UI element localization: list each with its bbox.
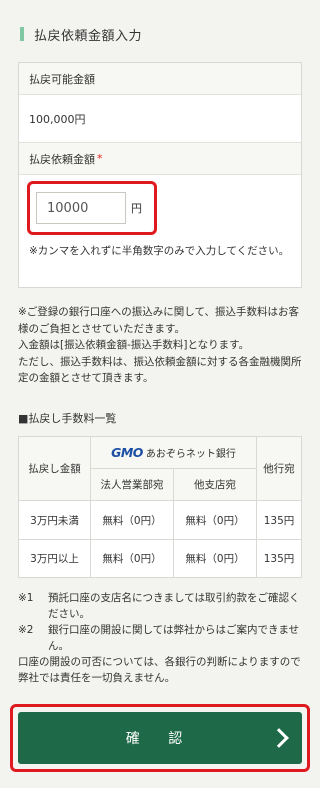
request-label: 払戻依頼金額 <box>29 152 95 166</box>
row1-branch: 無料（0円） <box>174 501 257 540</box>
footnote-1-mark: ※1 <box>18 592 34 604</box>
col-branch-header: 他支店宛 <box>174 469 257 501</box>
bank-name: あおぞらネット銀行 <box>145 449 236 460</box>
note-line: 入金額は[振込依頼金額-振込手数料]となります。 <box>18 339 250 351</box>
section-title: 払戻依頼金額入力 <box>34 28 143 44</box>
footnote-2-mark: ※2 <box>18 624 34 636</box>
gmo-logo-icon: GMO <box>111 445 143 460</box>
col-amount-header: 払戻し金額 <box>19 437 91 501</box>
fee-table-title: ■払戻し手数料一覧 <box>18 412 117 425</box>
row1-other-bank: 135円 <box>257 501 301 540</box>
bank-logo: GMO あおぞらネット銀行 <box>111 445 236 460</box>
amount-input[interactable]: 10000 <box>36 192 126 224</box>
row2-corporate: 無料（0円） <box>91 540 174 577</box>
col-corporate-header: 法人営業部宛 <box>91 469 174 501</box>
row2-amount: 3万円以上 <box>19 540 91 577</box>
footnotes: ※1 預託口座の支店名につきましては取引約款をご確認ください。 ※2 銀行口座の… <box>18 590 308 686</box>
col-other-bank-header: 他行宛 <box>257 437 301 501</box>
refund-form: 払戻可能金額 100,000円 払戻依頼金額 * 10000 円 ※カンマを入れ… <box>18 62 302 288</box>
row2-other-bank: 135円 <box>263 553 295 565</box>
amount-unit: 円 <box>131 202 142 215</box>
footnote-1-text: 預託口座の支店名につきましては取引約款をご確認ください。 <box>48 592 300 620</box>
confirm-button[interactable]: 確 認 <box>18 712 302 764</box>
note-line: ※ご登録の銀行口座への振込みに関して、振込手数料はお客様のご負担とさせていただき… <box>18 306 299 335</box>
amount-input-row: 10000 円 ※カンマを入れずに半角数字のみで入力してください。 <box>19 175 301 289</box>
footnote-2-text: 銀行口座の開設に関しては弊社からはご案内できません。 <box>48 624 300 652</box>
amount-input-highlight: 10000 円 <box>27 181 157 235</box>
available-label: 払戻可能金額 <box>29 72 95 86</box>
row1-amount: 3万円未満 <box>19 501 91 540</box>
available-label-row: 払戻可能金額 <box>19 63 301 95</box>
fee-table: 払戻し金額 GMO あおぞらネット銀行 他行宛 法人営業部宛 他支店宛 3万円未… <box>18 436 302 578</box>
fee-notes: ※ご登録の銀行口座への振込みに関して、振込手数料はお客様のご負担とさせていただき… <box>18 304 308 387</box>
required-mark: * <box>97 152 103 165</box>
request-label-row: 払戻依頼金額 * <box>19 143 301 175</box>
amount-hint: ※カンマを入れずに半角数字のみで入力してください。 <box>29 245 290 257</box>
footnote-2: ※2 銀行口座の開設に関しては弊社からはご案内できません。 <box>18 622 308 654</box>
available-value: 100,000円 <box>29 112 86 126</box>
footnote-1: ※1 預託口座の支店名につきましては取引約款をご確認ください。 <box>18 590 308 622</box>
available-value-row: 100,000円 <box>19 95 301 143</box>
section-bar-icon <box>20 27 24 41</box>
confirm-button-highlight: 確 認 <box>10 704 310 772</box>
row2-branch: 無料（0円） <box>174 540 257 577</box>
bank-header: GMO あおぞらネット銀行 <box>91 437 257 469</box>
row1-corporate: 無料（0円） <box>91 501 174 540</box>
footnote-2-extra: 口座の開設の可否については、各銀行の判断によりますので弊社では責任を一切負えませ… <box>18 656 301 684</box>
note-line: ただし、振込手数料は、振込依頼金額に対する各金融機関所定の金額とさせて頂きます。 <box>18 355 302 385</box>
section-header: 払戻依頼金額入力 <box>0 20 320 48</box>
chevron-right-icon <box>269 728 289 748</box>
confirm-label: 確 認 <box>125 731 195 747</box>
